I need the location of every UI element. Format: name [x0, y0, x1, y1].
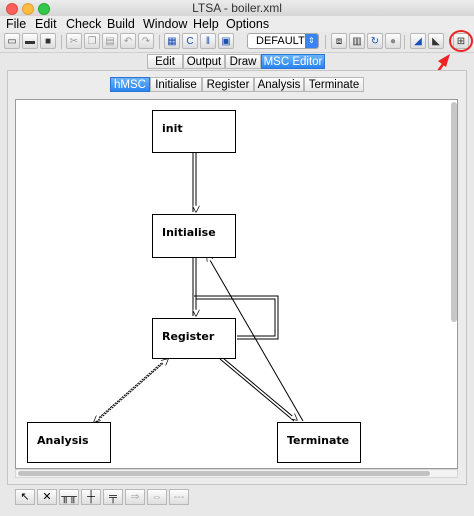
- diagram-edges: [16, 153, 304, 469]
- tab-output[interactable]: Output: [183, 54, 225, 69]
- tool-palette: ↖ ✕ ╥╥ ┼ ╤ ⇒ ⇔ ---: [7, 489, 467, 507]
- node-init[interactable]: init: [152, 110, 236, 153]
- message-tool-icon[interactable]: ┼: [81, 489, 101, 505]
- dash-tool-icon[interactable]: ---: [169, 489, 189, 505]
- edge-register-analysis: [94, 358, 167, 422]
- horizontal-scrollbar[interactable]: [18, 471, 430, 476]
- tab-edit[interactable]: Edit: [147, 54, 183, 69]
- node-initialise[interactable]: Initialise: [152, 214, 236, 258]
- arrow-both-tool-icon[interactable]: ⇔: [147, 489, 167, 505]
- tab-terminate[interactable]: Terminate: [304, 77, 364, 92]
- edge-register-terminate: [222, 357, 297, 420]
- scenario-tab-bar: hMSC Initialise Register Analysis Termin…: [0, 77, 474, 93]
- node-register[interactable]: Register: [152, 318, 236, 359]
- tab-initialise[interactable]: Initialise: [150, 77, 202, 92]
- tab-msc-editor[interactable]: MSC Editor: [261, 54, 325, 69]
- arrow-right-tool-icon[interactable]: ⇒: [125, 489, 145, 505]
- node-analysis[interactable]: Analysis: [27, 422, 111, 463]
- edge-register-terminate: [219, 358, 295, 422]
- edge-analysis-register: [95, 359, 168, 423]
- select-tool-icon[interactable]: ↖: [15, 489, 35, 505]
- vertical-scrollbar[interactable]: [451, 102, 457, 322]
- tab-draw[interactable]: Draw: [225, 54, 261, 69]
- view-tab-bar: Edit Output Draw MSC Editor: [0, 54, 474, 70]
- tab-analysis[interactable]: Analysis: [254, 77, 304, 92]
- tab-register[interactable]: Register: [202, 77, 254, 92]
- instance-tool-icon[interactable]: ╥╥: [59, 489, 79, 505]
- hmsc-canvas[interactable]: init Initialise Register Analysis Termin…: [15, 99, 458, 469]
- delete-tool-icon[interactable]: ✕: [37, 489, 57, 505]
- condition-tool-icon[interactable]: ╤: [103, 489, 123, 505]
- node-terminate[interactable]: Terminate: [277, 422, 361, 463]
- tab-hmsc[interactable]: hMSC: [110, 77, 150, 92]
